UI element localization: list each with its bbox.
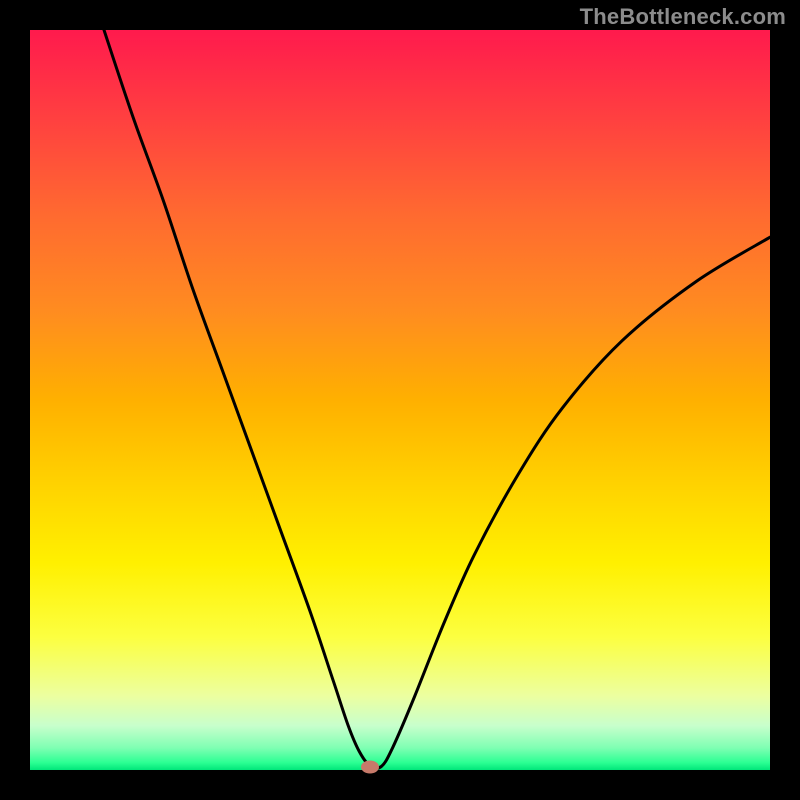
plot-area — [30, 30, 770, 770]
bottleneck-curve — [30, 30, 770, 770]
watermark: TheBottleneck.com — [580, 4, 786, 30]
bottleneck-minimum-marker — [361, 761, 379, 774]
chart-root: TheBottleneck.com — [0, 0, 800, 800]
